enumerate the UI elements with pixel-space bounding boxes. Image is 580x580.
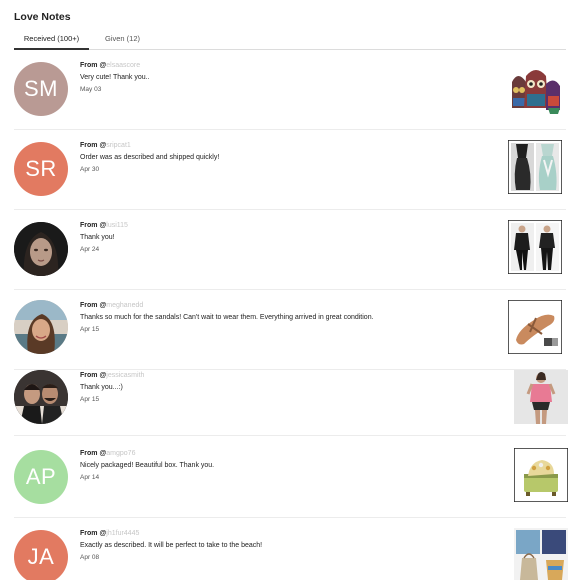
page-title: Love Notes (14, 11, 71, 23)
tab-bar: Received (100+) Given (12) (14, 32, 566, 50)
note-date: May 03 (80, 86, 102, 93)
listing-thumbnail[interactable] (514, 370, 568, 424)
avatar-initials: AP (25, 464, 57, 489)
tab-received[interactable]: Received (100+) (14, 34, 89, 50)
avatar[interactable] (14, 370, 68, 424)
listing-thumbnail[interactable] (514, 448, 568, 502)
note-from: From @lusi115 (80, 222, 490, 232)
note-message: Order was as described and shipped quick… (80, 154, 220, 161)
from-label: From @ (80, 372, 107, 379)
from-label: From @ (80, 142, 107, 149)
avatar-initials: SM (24, 76, 58, 101)
from-label: From @ (80, 62, 107, 69)
sender-handle[interactable]: jh1fur4445 (106, 530, 139, 537)
note-message: Thank you...:) (80, 384, 123, 391)
note-message: Exactly as described. It will be perfect… (80, 542, 263, 549)
avatar[interactable]: AP (14, 450, 68, 504)
sender-handle[interactable]: amgpo76 (106, 450, 135, 457)
note-date: Apr 30 (80, 166, 100, 173)
avatar-photo (14, 222, 68, 276)
listing-thumbnail[interactable] (514, 528, 568, 580)
love-note: AP From @amgpo76 Nicely packaged! Beauti… (14, 448, 568, 518)
note-from: From @jh1fur4445 (80, 530, 490, 540)
sender-handle[interactable]: elsaascore (106, 62, 140, 69)
avatar-photo (14, 300, 68, 354)
note-date: Apr 14 (80, 474, 100, 481)
listing-thumbnail[interactable] (508, 62, 562, 116)
avatar[interactable]: JA (14, 530, 68, 580)
love-note: SR From @sripcat1 Order was as described… (14, 140, 566, 210)
love-note: From @lusi115 Thank you! Apr 24 (14, 220, 566, 290)
note-from: From @elsaascore (80, 62, 490, 72)
avatar[interactable] (14, 300, 68, 354)
avatar[interactable]: SR (14, 142, 68, 196)
note-from: From @amgpo76 (80, 450, 490, 460)
note-from: From @meghanedd (80, 302, 490, 312)
note-date: Apr 24 (80, 246, 100, 253)
love-note: SM From @elsaascore Very cute! Thank you… (14, 60, 566, 130)
love-note: From @meghanedd Thanks so much for the s… (14, 300, 566, 370)
sender-handle[interactable]: jessicasmith (106, 372, 144, 379)
avatar-initials: JA (27, 544, 55, 569)
from-label: From @ (80, 450, 107, 457)
note-date: Apr 15 (80, 396, 100, 403)
note-message: Thank you! (80, 234, 115, 241)
avatar-photo (14, 370, 68, 424)
love-note: JA From @jh1fur4445 Exactly as described… (14, 528, 568, 580)
avatar[interactable] (14, 222, 68, 276)
note-message: Nicely packaged! Beautiful box. Thank yo… (80, 462, 215, 469)
note-from: From @sripcat1 (80, 142, 490, 152)
from-label: From @ (80, 222, 107, 229)
love-note: From @jessicasmith Thank you...:) Apr 15 (14, 370, 568, 436)
note-message: Thanks so much for the sandals! Can't wa… (80, 314, 374, 321)
note-message: Very cute! Thank you.. (80, 74, 150, 81)
listing-thumbnail[interactable] (508, 300, 562, 354)
from-label: From @ (80, 530, 107, 537)
sender-handle[interactable]: lusi115 (106, 222, 128, 229)
from-label: From @ (80, 302, 107, 309)
note-date: Apr 08 (80, 554, 100, 561)
tab-given[interactable]: Given (12) (105, 34, 140, 50)
listing-thumbnail[interactable] (508, 140, 562, 194)
note-date: Apr 15 (80, 326, 100, 333)
note-from: From @jessicasmith (80, 372, 490, 382)
avatar[interactable]: SM (14, 62, 68, 116)
listing-thumbnail[interactable] (508, 220, 562, 274)
sender-handle[interactable]: sripcat1 (106, 142, 131, 149)
avatar-initials: SR (25, 156, 57, 181)
sender-handle[interactable]: meghanedd (106, 302, 143, 309)
